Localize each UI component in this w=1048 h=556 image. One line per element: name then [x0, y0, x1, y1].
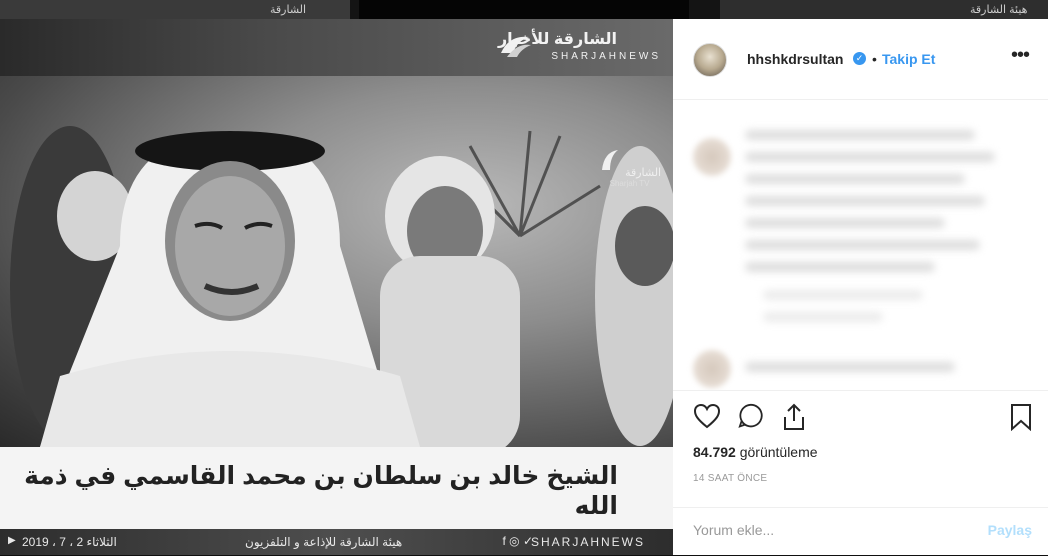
video-header-band: الشارقة للأخبار SHARJAHNEWS: [0, 19, 673, 76]
social-icons: f ◎ ✓: [502, 534, 533, 548]
separator-dot: •: [872, 51, 877, 67]
thumbnail-1[interactable]: الشارقة: [0, 0, 350, 19]
previous-posts-strip: الشارقة هيئة الشارقة: [0, 0, 1048, 19]
ticker-date: 2019 ، 7 ، 2 الثلاثاء: [22, 535, 117, 549]
sharjah-tv-logo: الشارقة Sharjah TV: [598, 146, 661, 188]
video-frame: الشارقة Sharjah TV: [0, 76, 673, 447]
play-triangle-icon: ▶: [8, 535, 16, 546]
thumbnail-2[interactable]: [359, 0, 689, 19]
comment-line-blurred: [763, 312, 883, 322]
comments-area-blurred: [673, 100, 1048, 390]
video-caption: الشيخ خالد بن سلطان بن محمد القاسمي في ذ…: [24, 462, 618, 520]
comment-line-blurred: [745, 362, 955, 372]
more-options-icon[interactable]: •••: [1011, 44, 1030, 67]
news-ticker: ▶ 2019 ، 7 ، 2 الثلاثاء هيئة الشارقة للإ…: [0, 529, 673, 555]
thumbnail-3[interactable]: هيئة الشارقة: [720, 0, 1048, 19]
post-timestamp[interactable]: 14 SAAT ÖNCE: [693, 473, 767, 484]
post-sidebar: hhshkdrsultan ✓ • Takip Et ••• 84.792 gö…: [673, 19, 1048, 555]
comment-line-blurred: [745, 130, 975, 140]
comment-line-blurred: [763, 290, 923, 300]
like-heart-icon[interactable]: [693, 403, 721, 429]
ticker-brand: SHARJAHNEWS: [530, 535, 645, 549]
comment-composer: Yorum ekle... Paylaş: [673, 507, 1048, 556]
follow-button[interactable]: Takip Et: [882, 51, 935, 67]
bookmark-icon[interactable]: [1009, 403, 1033, 431]
video-scene: [10, 126, 673, 447]
comment-avatar-blurred: [693, 138, 731, 176]
thumbnail-1-label: الشارقة: [270, 4, 307, 16]
views-count: 84.792 görüntüleme: [693, 444, 818, 460]
lower-third: الشيخ خالد بن سلطان بن محمد القاسمي في ذ…: [0, 447, 673, 555]
post-media[interactable]: الشارقة للأخبار SHARJAHNEWS الشارقة Shar…: [0, 19, 673, 555]
comment-line-blurred: [745, 174, 965, 184]
comment-line-blurred: [745, 196, 985, 206]
tv-logo-arabic: الشارقة: [625, 167, 662, 179]
brand-block: الشارقة للأخبار SHARJAHNEWS: [498, 29, 661, 62]
post-comment-button[interactable]: Paylaş: [988, 522, 1032, 538]
comment-bubble-icon[interactable]: [736, 403, 764, 431]
comment-line-blurred: [745, 152, 995, 162]
comment-line-blurred: [745, 218, 945, 228]
views-number: 84.792: [693, 444, 736, 460]
verified-badge-icon: ✓: [853, 52, 866, 65]
comment-line-blurred: [745, 262, 935, 272]
tv-logo-english: Sharjah TV: [609, 179, 650, 188]
sharjah-tv-emblem-icon: [602, 150, 618, 170]
comment-line-blurred: [745, 240, 980, 250]
comment-input[interactable]: Yorum ekle...: [693, 522, 774, 538]
brand-english: SHARJAHNEWS: [551, 51, 661, 62]
brand-arabic: الشارقة للأخبار: [497, 31, 617, 48]
views-label: görüntüleme: [739, 444, 818, 460]
post-actions: 84.792 görüntüleme 14 SAAT ÖNCE: [673, 390, 1048, 521]
thumbnail-3-label: هيئة الشارقة: [970, 4, 1028, 16]
comment-avatar-blurred: [693, 350, 731, 388]
username[interactable]: hhshkdrsultan: [747, 51, 843, 67]
ticker-channel: هيئة الشارقة للإذاعة و التلفزيون: [245, 535, 403, 549]
avatar[interactable]: [693, 43, 727, 77]
post-header: hhshkdrsultan ✓ • Takip Et •••: [673, 19, 1048, 100]
share-upload-icon[interactable]: [781, 403, 807, 431]
